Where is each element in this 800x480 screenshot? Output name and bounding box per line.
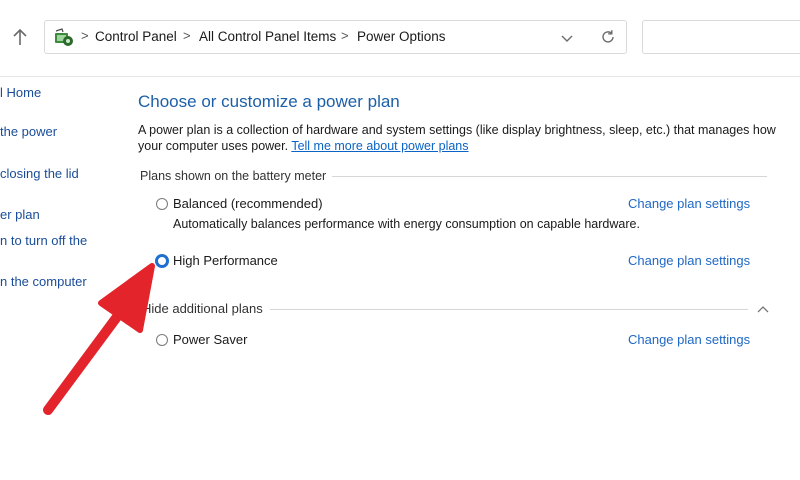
- plan-label-power-saver[interactable]: Power Saver: [173, 332, 247, 347]
- hide-additional-plans-toggle[interactable]: Hide additional plans: [142, 301, 269, 316]
- breadcrumb-all-items[interactable]: All Control Panel Items: [199, 29, 336, 44]
- page-title: Choose or customize a power plan: [138, 92, 400, 111]
- up-arrow-icon[interactable]: [10, 26, 30, 48]
- control-panel-icon: [53, 27, 75, 49]
- sidebar-item-power-buttons[interactable]: the power: [0, 124, 57, 139]
- additional-plans-divider: [270, 309, 748, 310]
- refresh-icon[interactable]: [599, 28, 617, 46]
- sidebar-item-turn-off-display[interactable]: n to turn off the: [0, 233, 87, 248]
- page-description: A power plan is a collection of hardware…: [138, 122, 788, 154]
- breadcrumb-separator-icon: >: [81, 28, 89, 43]
- sidebar-item-sleep[interactable]: n the computer: [0, 274, 87, 289]
- address-bar[interactable]: > Control Panel > All Control Panel Item…: [44, 20, 627, 54]
- learn-more-link[interactable]: Tell me more about power plans: [291, 139, 468, 153]
- sidebar-item-create-plan[interactable]: er plan: [0, 207, 40, 222]
- change-plan-settings-power-saver[interactable]: Change plan settings: [628, 332, 750, 347]
- breadcrumb-separator-icon: >: [341, 28, 349, 43]
- chevron-up-icon[interactable]: [756, 302, 770, 314]
- sidebar-item-control-panel-home[interactable]: l Home: [0, 85, 41, 100]
- breadcrumb-separator-icon: >: [183, 28, 191, 43]
- radio-high-performance[interactable]: [155, 254, 169, 268]
- plan-label-high-performance[interactable]: High Performance: [173, 253, 278, 268]
- plan-description-balanced: Automatically balances performance with …: [173, 217, 640, 231]
- radio-power-saver[interactable]: [156, 334, 168, 346]
- sidebar-item-closing-lid[interactable]: closing the lid: [0, 166, 79, 181]
- change-plan-settings-balanced[interactable]: Change plan settings: [628, 196, 750, 211]
- chevron-down-icon[interactable]: [559, 30, 575, 46]
- address-toolbar: > Control Panel > All Control Panel Item…: [0, 0, 800, 77]
- search-input[interactable]: [642, 20, 800, 54]
- breadcrumb-control-panel[interactable]: Control Panel: [95, 29, 177, 44]
- radio-balanced[interactable]: [156, 198, 168, 210]
- breadcrumb-power-options[interactable]: Power Options: [357, 29, 446, 44]
- plan-label-balanced[interactable]: Balanced (recommended): [173, 196, 323, 211]
- change-plan-settings-high-performance[interactable]: Change plan settings: [628, 253, 750, 268]
- section-label: Plans shown on the battery meter: [140, 169, 333, 183]
